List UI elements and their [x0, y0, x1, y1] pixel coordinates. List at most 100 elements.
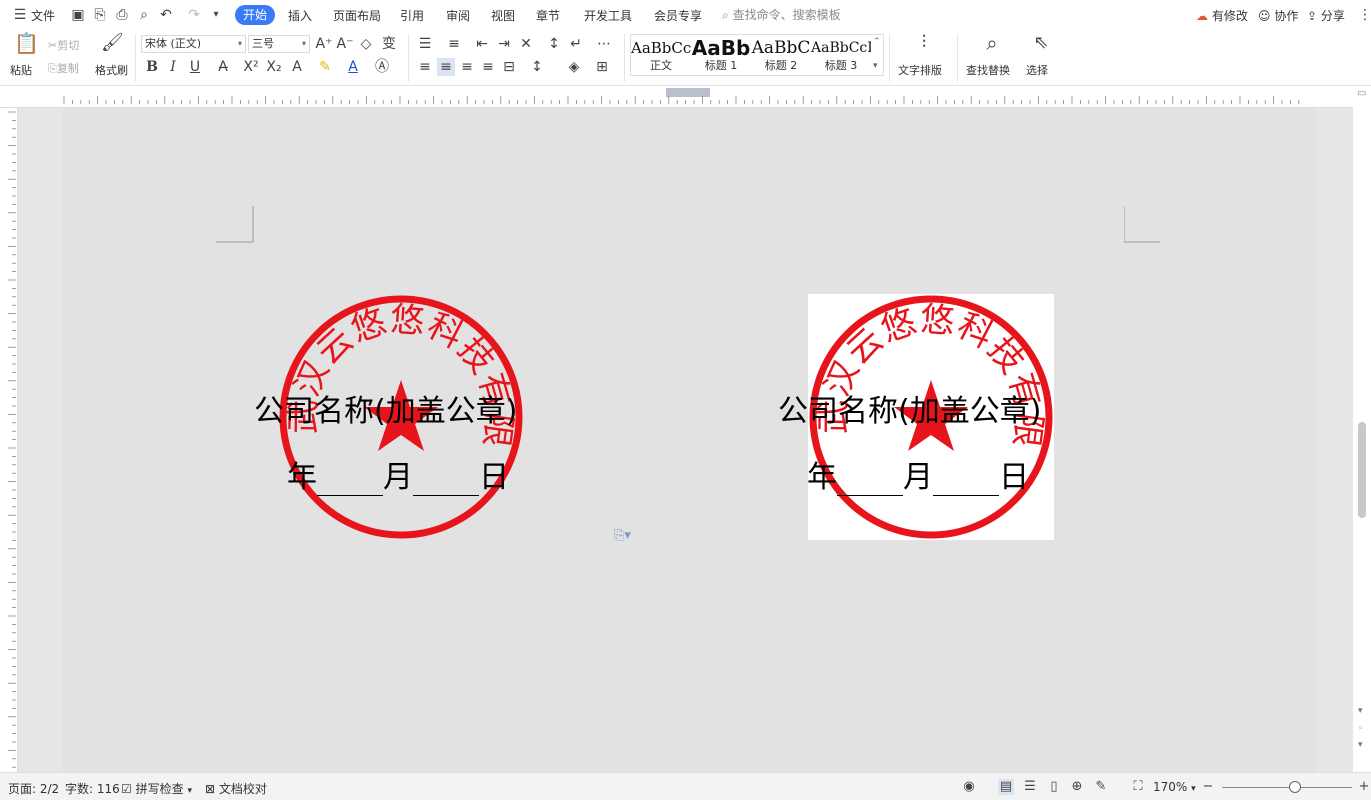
char-border-icon[interactable]: Ⓐ — [373, 58, 391, 76]
vertical-ruler[interactable] — [0, 108, 18, 772]
eye-protection-icon[interactable]: ◉ — [961, 779, 977, 795]
style-heading-1[interactable]: AaBb 标题 1 — [691, 35, 751, 75]
collaborate-button[interactable]: ☺ 协作 — [1258, 7, 1298, 24]
borders-icon[interactable]: ⊞ — [593, 58, 611, 76]
save-icon[interactable]: ▣ — [70, 7, 86, 23]
select-cursor-icon[interactable]: ⇖ — [1031, 34, 1051, 58]
write-mode-icon[interactable]: ✎ — [1093, 779, 1109, 795]
paste-options-icon[interactable]: ⎘▾ — [614, 528, 631, 543]
zoom-slider[interactable] — [1222, 787, 1352, 788]
font-size-select[interactable]: 三号 ▾ — [248, 35, 310, 53]
line-spacing-icon[interactable]: ↕ — [528, 58, 546, 76]
copy-button[interactable]: ⎘复制 — [48, 60, 79, 76]
decrease-indent-icon[interactable]: ⇤ — [473, 35, 491, 53]
sort-icon[interactable]: ↕ — [545, 35, 563, 53]
subscript-icon[interactable]: X₂ — [265, 58, 283, 76]
date-line[interactable]: 年月日 — [807, 452, 1029, 496]
print-icon[interactable]: ⎙ — [114, 7, 130, 23]
file-menu[interactable]: 文件 — [31, 7, 55, 24]
tab-insert[interactable]: 插入 — [288, 7, 312, 24]
customize-toolbar-icon[interactable]: ▾ — [208, 7, 224, 23]
phonetic-guide-icon[interactable]: 变 — [380, 35, 398, 53]
modified-status-button[interactable]: ☁ 有修改 — [1196, 7, 1248, 24]
tab-page-layout[interactable]: 页面布局 — [333, 7, 381, 24]
find-replace-icon[interactable]: ⌕ — [980, 33, 1004, 58]
italic-icon[interactable]: I — [164, 58, 182, 76]
web-view-icon[interactable]: ⊕ — [1069, 779, 1085, 795]
word-count[interactable]: 字数: 116 — [65, 780, 120, 797]
align-right-icon[interactable]: ≡ — [458, 58, 476, 76]
bullet-list-icon[interactable]: ☰ — [416, 35, 434, 53]
share-button[interactable]: ⇪ 分享 — [1307, 7, 1345, 24]
ruler-toggle-icon[interactable]: ▭ — [1357, 88, 1366, 99]
paste-icon[interactable]: 📋 — [14, 33, 39, 58]
font-color-icon[interactable]: A — [344, 58, 362, 76]
reading-view-icon[interactable]: ▯ — [1046, 779, 1062, 795]
numbered-list-icon[interactable]: ≡ — [445, 35, 463, 53]
style-heading-2[interactable]: AaBbC 标题 2 — [751, 35, 811, 75]
scrollbar-thumb[interactable] — [1358, 422, 1366, 518]
document-canvas[interactable]: 武汉云悠悠科技有限公司 武汉云悠悠科技有限公司 公司名称(加盖公章) 年月日 — [18, 108, 1353, 772]
highlight-icon[interactable]: ✎ — [316, 58, 334, 76]
cut-button[interactable]: ✂剪切 — [48, 37, 79, 53]
style-heading-3[interactable]: AaBbCcI 标题 3 — [811, 35, 871, 75]
grow-font-icon[interactable]: A⁺ — [315, 35, 333, 53]
shrink-font-icon[interactable]: A⁻ — [336, 35, 354, 53]
text-layout-button[interactable]: 文字排版 — [898, 62, 942, 78]
distributed-icon[interactable]: ⊟ — [500, 58, 518, 76]
redo-icon[interactable]: ↷ — [186, 7, 202, 23]
gallery-scroll-icon[interactable]: ⌃ — [873, 37, 881, 47]
document-proofread-button[interactable]: ⊠ 文档校对 — [205, 780, 267, 797]
tab-developer[interactable]: 开发工具 — [584, 7, 632, 24]
tab-review[interactable]: 审阅 — [446, 7, 470, 24]
strikethrough-icon[interactable]: A̶ — [214, 58, 232, 76]
next-page-icon[interactable]: ▾ — [1358, 740, 1363, 750]
select-button[interactable]: 选择 — [1026, 62, 1048, 78]
zoom-slider-handle[interactable] — [1289, 781, 1301, 793]
tab-chapter[interactable]: 章节 — [536, 7, 560, 24]
company-name-caption[interactable]: 公司名称(加盖公章) — [778, 386, 1041, 430]
zoom-in-icon[interactable]: + — [1356, 779, 1371, 795]
undo-icon[interactable]: ↶ — [158, 7, 174, 23]
text-layout-icon[interactable]: ⫶ — [912, 34, 936, 58]
bold-icon[interactable]: B — [143, 58, 161, 76]
document-page[interactable]: 武汉云悠悠科技有限公司 武汉云悠悠科技有限公司 公司名称(加盖公章) 年月日 — [62, 108, 1315, 772]
align-left-icon[interactable]: ≡ — [416, 58, 434, 76]
outline-view-icon[interactable]: ☰ — [1022, 779, 1038, 795]
page-indicator[interactable]: 页面: 2/2 — [8, 780, 59, 797]
justify-icon[interactable]: ≡ — [479, 58, 497, 76]
vertical-scrollbar[interactable]: ▭ ▾ ◦ ▾ — [1353, 86, 1371, 772]
zoom-out-icon[interactable]: − — [1200, 779, 1216, 795]
increase-indent-icon[interactable]: ⇥ — [495, 35, 513, 53]
show-marks-icon[interactable]: ↵ — [567, 35, 585, 53]
spell-check-button[interactable]: ☑ 拼写检查 ▾ — [121, 780, 192, 797]
more-options-icon[interactable]: ⋮ — [1357, 7, 1371, 23]
style-normal[interactable]: AaBbCcDd 正文 — [631, 35, 691, 75]
prev-page-icon[interactable]: ◦ — [1358, 724, 1363, 734]
gallery-more-icon[interactable]: ▾ — [873, 61, 878, 71]
tab-home[interactable]: 开始 — [235, 5, 275, 25]
superscript-icon[interactable]: X² — [242, 58, 260, 76]
company-name-caption[interactable]: 公司名称(加盖公章) — [254, 386, 517, 430]
fit-page-icon[interactable]: ⛶ — [1130, 779, 1146, 795]
page-view-icon[interactable]: ▤ — [998, 779, 1014, 795]
zoom-level-select[interactable]: 170% ▾ — [1153, 780, 1196, 794]
underline-icon[interactable]: U — [186, 58, 204, 76]
tab-stops-icon[interactable]: ⋯ — [595, 35, 613, 53]
date-line[interactable]: 年月日 — [287, 452, 509, 496]
tab-member[interactable]: 会员专享 — [654, 7, 702, 24]
command-search[interactable]: ⌕ 查找命令、搜索模板 — [722, 6, 841, 23]
align-center-icon[interactable]: ≡ — [437, 58, 455, 76]
scroll-down-icon[interactable]: ▾ — [1358, 706, 1363, 716]
shading-icon[interactable]: ◈ — [565, 58, 583, 76]
paste-button[interactable]: 粘贴 — [10, 62, 32, 78]
horizontal-ruler[interactable] — [0, 86, 1371, 108]
print-preview-icon[interactable]: ⌕ — [136, 7, 152, 23]
tab-references[interactable]: 引用 — [400, 7, 424, 24]
find-replace-button[interactable]: 查找替换 — [966, 62, 1010, 78]
chinese-layout-icon[interactable]: ✕ — [517, 35, 535, 53]
export-pdf-icon[interactable]: ⎘ — [92, 7, 108, 23]
format-painter-button[interactable]: 格式刷 — [95, 62, 128, 78]
tab-view[interactable]: 视图 — [491, 7, 515, 24]
format-painter-icon[interactable]: 🖌 — [101, 34, 124, 58]
